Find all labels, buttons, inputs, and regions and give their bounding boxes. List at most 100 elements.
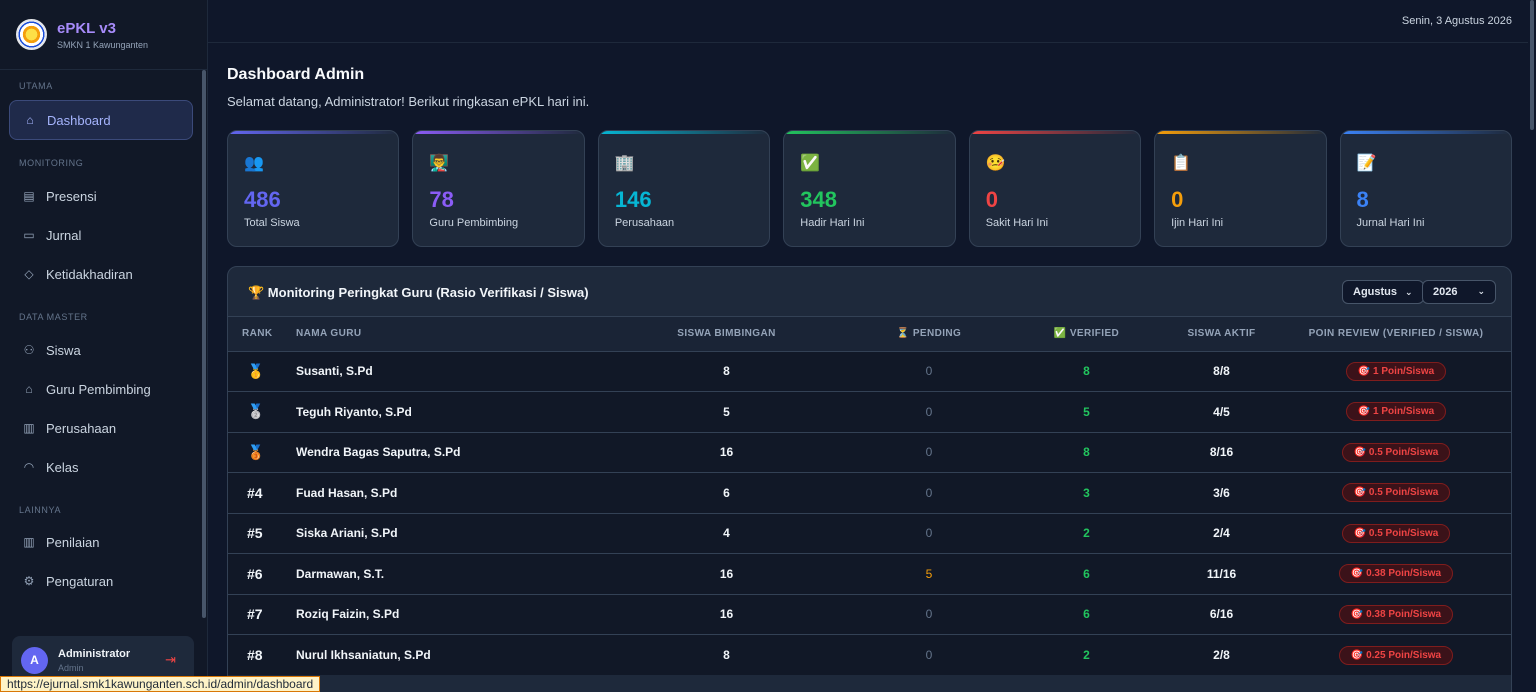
sidebar-item-label: Siswa xyxy=(46,342,81,358)
rank-number: #8 xyxy=(228,634,284,675)
poin-cell: 🎯 1 Poin/Siswa xyxy=(1279,391,1511,432)
poin-badge: 🎯 0.38 Poin/Siswa xyxy=(1338,564,1454,584)
sidebar-item-kelas[interactable]: ◠ Kelas xyxy=(9,447,193,487)
stat-card-ijin: 📋 0 Ijin Hari Ini xyxy=(1154,130,1327,247)
clipboard-icon: 📋 xyxy=(1171,155,1192,172)
sidebar-item-label: Dashboard xyxy=(47,112,111,128)
month-select[interactable]: Agustus ⌄ xyxy=(1342,280,1424,304)
sidebar-item-label: Presensi xyxy=(46,188,97,204)
sidebar-item-perusahaan[interactable]: ▥ Perusahaan xyxy=(9,408,193,448)
poin-badge: 🎯 1 Poin/Siswa xyxy=(1345,402,1447,422)
table-row[interactable]: #5 Siska Ariani, S.Pd 4 0 2 2/4 🎯 0.5 Po… xyxy=(228,512,1511,554)
building-icon: ▥ xyxy=(23,421,35,435)
sidebar-item-siswa[interactable]: ⚇ Siswa xyxy=(9,330,193,370)
document-icon: ▭ xyxy=(23,228,35,242)
stat-value: 0 xyxy=(1171,187,1184,212)
brand-school: SMKN 1 Kawunganten xyxy=(57,39,149,50)
teacher-name: Nurul Ikhsaniatun, S.Pd xyxy=(284,634,604,675)
stat-value: 78 xyxy=(429,187,454,212)
verified-count: 6 xyxy=(1009,553,1164,594)
page-subtitle: Selamat datang, Administrator! Berikut r… xyxy=(227,94,590,109)
table-row[interactable]: #8 Nurul Ikhsaniatun, S.Pd 8 0 2 2/8 🎯 0… xyxy=(228,634,1511,675)
stat-label: Guru Pembimbing xyxy=(429,217,519,229)
sick-face-icon: 🤒 xyxy=(985,155,1006,172)
brand[interactable]: ePKL v3 SMKN 1 Kawunganten xyxy=(0,0,207,70)
siswa-count: 16 xyxy=(604,593,849,635)
month-select-value: Agustus xyxy=(1353,286,1397,298)
sidebar-item-jurnal[interactable]: ▭ Jurnal xyxy=(9,215,193,255)
col-siswa-aktif: SISWA AKTIF xyxy=(1187,328,1256,340)
nav-section-lainnya: LAINNYA xyxy=(19,505,62,515)
year-select-value: 2026 xyxy=(1433,286,1458,298)
col-pending: ⏳ PENDING xyxy=(896,328,962,340)
teacher-name: Fuad Hasan, S.Pd xyxy=(284,472,604,513)
stat-card-guru-pembimbing: 👨‍🏫 78 Guru Pembimbing xyxy=(412,130,585,247)
poin-cell: 🎯 0.38 Poin/Siswa xyxy=(1279,593,1511,635)
poin-badge: 🎯 0.5 Poin/Siswa xyxy=(1341,442,1451,462)
card-accent-bar xyxy=(784,131,955,134)
pending-count: 0 xyxy=(849,593,1009,635)
card-accent-bar xyxy=(1340,131,1511,134)
teacher-name: Siska Ariani, S.Pd xyxy=(284,512,604,554)
active-ratio: 2/4 xyxy=(1164,512,1279,554)
poin-cell: 🎯 0.5 Poin/Siswa xyxy=(1279,472,1511,513)
home-icon: ⌂ xyxy=(26,113,34,127)
verified-count: 5 xyxy=(1009,391,1164,432)
verified-count: 8 xyxy=(1009,350,1164,392)
pending-count: 0 xyxy=(849,634,1009,675)
sidebar-item-pengaturan[interactable]: ⚙ Pengaturan xyxy=(9,561,193,601)
poin-cell: 🎯 0.38 Poin/Siswa xyxy=(1279,553,1511,594)
active-ratio: 2/8 xyxy=(1164,634,1279,675)
rank-medal-icon: 🥉 xyxy=(228,431,284,473)
check-icon: ✅ xyxy=(800,155,821,172)
table-row[interactable]: 🥉 Wendra Bagas Saputra, S.Pd 16 0 8 8/16… xyxy=(228,431,1511,473)
siswa-count: 16 xyxy=(604,553,849,594)
page-scrollbar[interactable] xyxy=(1530,0,1534,130)
building-icon: 🏢 xyxy=(614,155,635,172)
pending-count: 0 xyxy=(849,472,1009,513)
sidebar-item-ketidakhadiran[interactable]: ◇ Ketidakhadiran xyxy=(9,254,193,294)
sidebar-item-label: Perusahaan xyxy=(46,420,117,436)
logout-icon[interactable]: ⇥ xyxy=(165,652,176,668)
pending-count: 0 xyxy=(849,391,1009,432)
nav-section-utama: UTAMA xyxy=(19,81,53,91)
chevron-down-icon: ⌄ xyxy=(1405,287,1413,297)
stat-label: Sakit Hari Ini xyxy=(985,217,1049,229)
card-accent-bar xyxy=(1155,131,1326,134)
teacher-name: Wendra Bagas Saputra, S.Pd xyxy=(284,431,604,473)
sidebar-item-penilaian[interactable]: ▥ Penilaian xyxy=(9,522,193,562)
poin-cell: 🎯 0.5 Poin/Siswa xyxy=(1279,431,1511,473)
table-row[interactable]: 🥇 Susanti, S.Pd 8 0 8 8/8 🎯 1 Poin/Siswa xyxy=(228,350,1511,392)
col-verified: ✅ VERIFIED xyxy=(1053,328,1120,340)
page-title: Dashboard Admin xyxy=(227,66,365,83)
sidebar-item-presensi[interactable]: ▤ Presensi xyxy=(9,176,193,216)
teacher-name: Roziq Faizin, S.Pd xyxy=(284,593,604,635)
shield-icon: ◇ xyxy=(24,267,34,281)
nav-section-data-master: DATA MASTER xyxy=(19,312,88,322)
stat-cards: 👥 486 Total Siswa 👨‍🏫 78 Guru Pembimbing… xyxy=(227,130,1512,247)
verified-count: 2 xyxy=(1009,512,1164,554)
sidebar-item-label: Pengaturan xyxy=(46,573,114,589)
year-select[interactable]: 2026 ⌄ xyxy=(1422,280,1496,304)
teacher-name: Susanti, S.Pd xyxy=(284,350,604,392)
bar-chart-icon: ▥ xyxy=(23,535,35,549)
table-row[interactable]: 🥈 Teguh Riyanto, S.Pd 5 0 5 4/5 🎯 1 Poin… xyxy=(228,391,1511,432)
sidebar-item-guru-pembimbing[interactable]: ⌂ Guru Pembimbing xyxy=(9,369,193,409)
sidebar-nav: UTAMA ⌂ Dashboard MONITORING ▤ Presensi … xyxy=(0,70,200,630)
siswa-count: 4 xyxy=(604,512,849,554)
table-row[interactable]: #7 Roziq Faizin, S.Pd 16 0 6 6/16 🎯 0.38… xyxy=(228,593,1511,635)
card-accent-bar xyxy=(413,131,584,134)
user-name: Administrator xyxy=(58,647,131,660)
verified-count: 3 xyxy=(1009,472,1164,513)
table-row[interactable]: #6 Darmawan, S.T. 16 5 6 11/16 🎯 0.38 Po… xyxy=(228,553,1511,594)
topbar: Senin, 3 Agustus 2026 xyxy=(208,0,1528,43)
active-ratio: 4/5 xyxy=(1164,391,1279,432)
table-row[interactable]: #4 Fuad Hasan, S.Pd 6 0 3 3/6 🎯 0.5 Poin… xyxy=(228,472,1511,513)
poin-badge: 🎯 0.25 Poin/Siswa xyxy=(1338,645,1454,665)
sidebar-item-dashboard[interactable]: ⌂ Dashboard xyxy=(9,100,193,140)
poin-badge: 🎯 1 Poin/Siswa xyxy=(1345,361,1447,381)
col-nama-guru: NAMA GURU xyxy=(296,328,362,340)
teacher-name: Teguh Riyanto, S.Pd xyxy=(284,391,604,432)
stat-card-total-siswa: 👥 486 Total Siswa xyxy=(227,130,400,247)
sidebar-scrollbar[interactable] xyxy=(202,70,206,618)
